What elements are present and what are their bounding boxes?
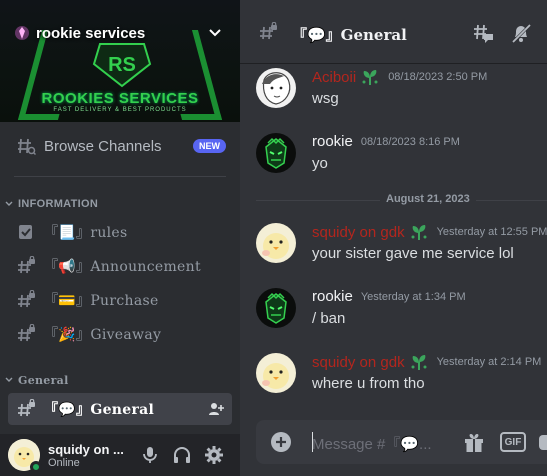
channel-name: 『💳』Purchase [44,293,159,309]
message-text: wsg [312,90,339,107]
message-author[interactable]: squidy on gdk [312,224,405,241]
user-settings-button[interactable] [198,439,230,471]
message-timestamp: Yesterday at 1:34 PM [360,290,466,303]
new-badge: NEW [193,139,226,153]
sidebar-divider [14,176,226,177]
microphone-icon [143,447,157,463]
channel-name: 『🎉』Giveaway [44,327,162,343]
category-information[interactable]: INFORMATION [4,195,98,213]
user-names[interactable]: squidy on ... Online [48,442,134,469]
message-input[interactable]: Message #『💬... [312,433,432,454]
channel-giveaway[interactable]: 『🎉』Giveaway [8,318,232,350]
chevron-down-icon [5,201,13,206]
message-text: yo [312,155,328,172]
message-header: Aciboii 08/18/2023 2:50 PM [312,68,487,86]
chevron-down-icon[interactable] [208,26,222,40]
green-mask-avatar-image [256,288,296,328]
sticker-icon[interactable] [538,432,547,452]
message-timestamp: 08/18/2023 2:50 PM [388,71,488,83]
mute-button[interactable] [134,439,166,471]
avatar[interactable] [8,439,42,473]
deafen-button[interactable] [166,439,198,471]
channel-announcement[interactable]: 『📢』Announcement [8,250,232,282]
sprout-icon [411,355,427,370]
category-label: General [18,373,69,387]
hash-lock-icon [18,324,35,342]
browse-channels[interactable]: Browse Channels NEW [8,130,234,162]
channel-purchase[interactable]: 『💳』Purchase [8,284,232,316]
date-divider-label: August 21, 2023 [380,193,476,205]
rules-check-icon [19,225,32,239]
add-attachment-icon[interactable] [270,431,292,453]
chick-avatar-image [256,353,296,393]
hash-lock-icon [260,22,277,40]
message-timestamp: Yesterday at 12:55 PM [436,226,547,238]
server-banner[interactable]: rookie services RS ROOKIES SERVICES FAST… [0,0,240,122]
sprout-icon [411,225,427,240]
avatar[interactable] [256,223,296,263]
headphones-icon [174,447,190,463]
user-status: Online [48,456,80,469]
notification-muted-icon[interactable] [510,22,532,44]
message-timestamp: 08/18/2023 8:16 PM [360,135,460,148]
user-name: squidy on ... [48,441,124,457]
logo-letters: RS [108,54,136,76]
gif-button[interactable]: GIF [500,432,526,452]
browse-channels-icon [18,138,36,156]
message-text: your sister gave me service lol [312,245,514,262]
threads-icon[interactable] [472,22,494,44]
message-author[interactable]: rookie [312,133,353,150]
message-author[interactable]: squidy on gdk [312,354,405,371]
message-header: rookie Yesterday at 1:34 PM [312,288,466,305]
gear-icon [205,446,223,464]
message-header: rookie 08/18/2023 8:16 PM [312,133,460,150]
sketch-avatar-image [256,68,296,108]
message-text: where u from tho [312,375,425,392]
avatar[interactable] [256,68,296,108]
create-invite-icon[interactable] [208,401,224,417]
message-text: / ban [312,310,346,327]
gift-icon[interactable] [462,430,486,454]
avatar[interactable] [256,133,296,173]
message-timestamp: Yesterday at 2:14 PM [436,356,542,368]
message-author[interactable]: Aciboii [312,69,356,86]
category-general[interactable]: General [4,371,69,389]
browse-channels-label: Browse Channels [44,137,162,155]
sprout-icon [362,70,378,85]
channel-header: 『💬』General [240,0,547,64]
user-panel: squidy on ... Online [0,434,240,476]
chevron-down-icon [5,377,13,382]
channel-name: 『📢』Announcement [44,259,201,275]
green-mask-avatar-image [256,133,296,173]
channel-general[interactable]: 『💬』General [8,393,232,425]
server-logo: RS [92,43,152,88]
hash-lock-icon [18,399,35,417]
banner-subtitle: FAST DELIVERY & BEST PRODUCTS [53,107,187,113]
channel-name: 『📃』rules [44,225,128,241]
message-header: squidy on gdk Yesterday at 12:55 PM [312,223,547,241]
message-header: squidy on gdk Yesterday at 2:14 PM [312,353,541,371]
message-composer[interactable]: Message #『💬... GIF [256,420,547,464]
category-label: INFORMATION [18,198,99,210]
hash-lock-icon [18,290,35,308]
channel-title: 『💬』General [292,26,407,44]
online-status-dot [30,461,42,473]
avatar[interactable] [256,353,296,393]
channel-sidebar: rookie services RS ROOKIES SERVICES FAST… [0,0,240,476]
hash-lock-icon [18,256,35,274]
banner-title: ROOKIES SERVICES [41,90,199,107]
server-name: rookie services [36,24,146,42]
channel-rules[interactable]: 『📃』rules [8,216,232,248]
server-name-row[interactable]: rookie services [14,22,145,44]
chick-avatar-image [256,223,296,263]
avatar[interactable] [256,288,296,328]
message-author[interactable]: rookie [312,288,353,305]
server-boost-icon [15,26,29,40]
channel-name: 『💬』General [44,402,155,418]
chat-area: 『💬』General Aciboii 08/18/2023 2:50 PM ws… [240,0,547,476]
